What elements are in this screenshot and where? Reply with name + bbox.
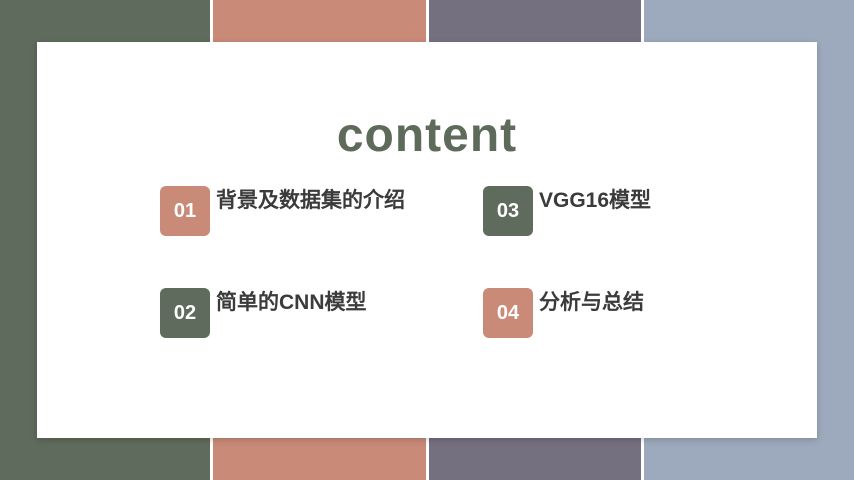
toc-number-badge: 02 (160, 288, 210, 338)
toc-item-label: 简单的CNN模型 (216, 291, 367, 314)
toc-item-label: 分析与总结 (539, 291, 644, 314)
toc-number-badge: 04 (483, 288, 533, 338)
slide-title: content (336, 109, 518, 162)
content-card: content 01 背景及数据集的介绍 02 简单的CNN模型 03 VGG1… (37, 42, 817, 438)
toc-number-badge: 01 (160, 186, 210, 236)
slide: content 01 背景及数据集的介绍 02 简单的CNN模型 03 VGG1… (0, 0, 854, 480)
toc-item-label: VGG16模型 (539, 189, 652, 212)
toc-number-badge: 03 (483, 186, 533, 236)
toc-item-label: 背景及数据集的介绍 (216, 189, 405, 212)
